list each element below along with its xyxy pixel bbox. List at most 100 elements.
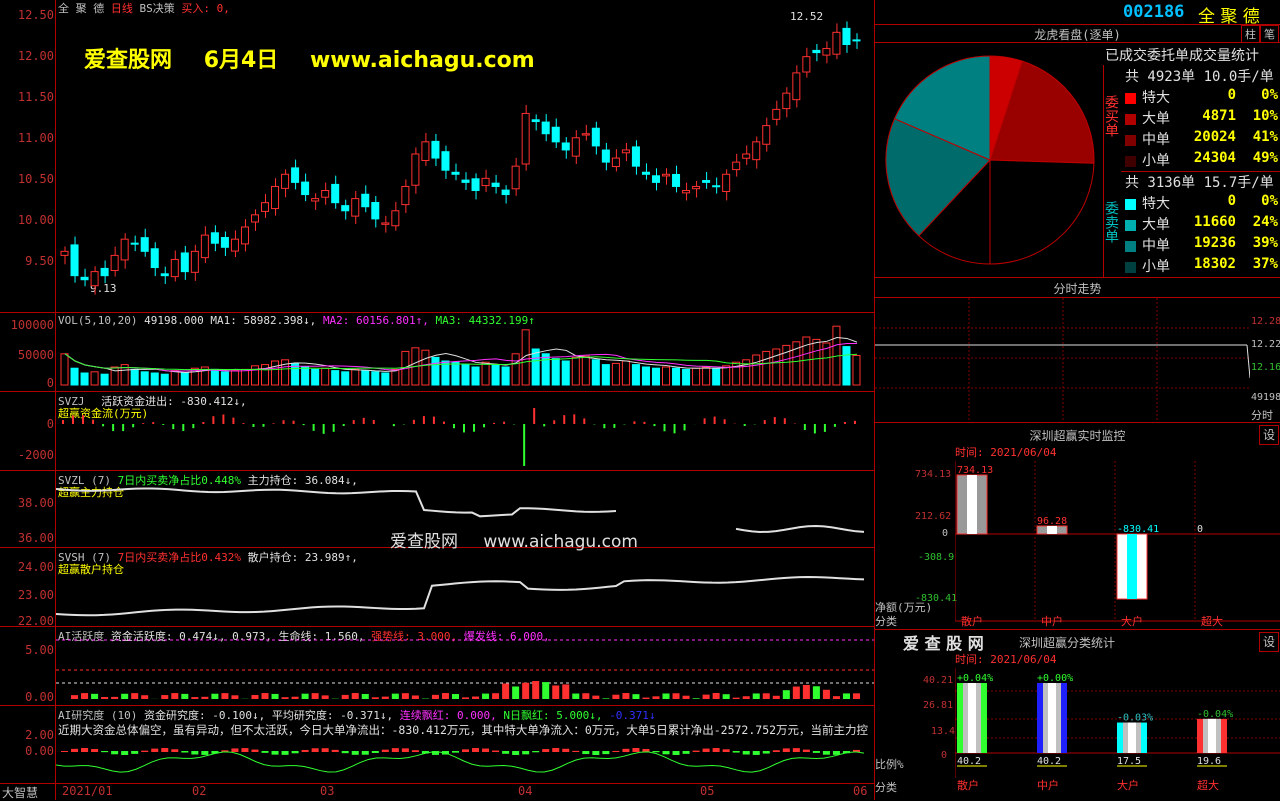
flow-bar bbox=[543, 424, 545, 426]
candle-body bbox=[221, 238, 228, 248]
flow-bar bbox=[563, 415, 565, 424]
activity-bar bbox=[532, 681, 539, 699]
activity-bar bbox=[101, 697, 108, 699]
activity-bar bbox=[542, 682, 549, 699]
volume-bar bbox=[813, 339, 820, 385]
volume-panel[interactable]: VOL(5,10,20) 49198.000 MA1: 58982.398↓, … bbox=[0, 313, 874, 392]
buy-total: 共 4923单 10.0手/单 bbox=[1125, 66, 1280, 87]
research-bar bbox=[803, 750, 810, 752]
candle-body bbox=[392, 211, 399, 226]
class-pct-label: +0.00% bbox=[1037, 673, 1073, 684]
intraday-chart[interactable] bbox=[875, 298, 1250, 422]
activity-bar bbox=[402, 693, 409, 699]
volume-chart[interactable] bbox=[56, 313, 874, 391]
intraday-panel[interactable]: 分时走势 12.28 12.22 12.16 49198 分时 bbox=[875, 278, 1280, 423]
flow-bar bbox=[82, 415, 84, 424]
candle-body bbox=[632, 147, 639, 166]
activity-bar bbox=[81, 693, 88, 699]
ai-active-chart[interactable] bbox=[56, 627, 874, 705]
activity-bar bbox=[632, 694, 639, 699]
candle-body bbox=[472, 179, 479, 191]
research-bar bbox=[262, 751, 269, 753]
monitor-category-label: 超大 bbox=[1201, 614, 1223, 628]
activity-bar bbox=[412, 695, 419, 699]
intraday-vol: 49198 bbox=[1251, 392, 1280, 403]
candle-body bbox=[542, 122, 549, 134]
research-bar bbox=[382, 750, 389, 752]
activity-bar bbox=[652, 696, 659, 699]
candle-body bbox=[191, 251, 198, 272]
volume-bar bbox=[632, 365, 639, 385]
volume-bar bbox=[332, 371, 339, 385]
time-tick: 06 bbox=[853, 784, 867, 798]
candle-body bbox=[572, 138, 579, 156]
volume-bar bbox=[91, 372, 98, 385]
candle-body bbox=[843, 28, 850, 44]
research-bar bbox=[171, 749, 178, 752]
svzj-panel[interactable]: SVZJ 活跃资金进出: -830.412↓, 超赢资金流(万元) 0 -200… bbox=[0, 392, 874, 471]
monitor-axis-label: -308.9 bbox=[918, 552, 954, 563]
svzl-axis-label: 38.00 bbox=[0, 496, 54, 510]
candle-body bbox=[642, 172, 649, 174]
volume-bar bbox=[221, 372, 228, 385]
sell-total: 共 3136单 15.7手/单 bbox=[1125, 172, 1280, 193]
sell-color-swatch bbox=[1125, 241, 1136, 252]
note-button[interactable]: 笔 bbox=[1260, 25, 1279, 43]
flow-bar bbox=[273, 423, 275, 424]
class-value-label: 40.2 bbox=[957, 756, 981, 767]
ai-research-chart[interactable] bbox=[56, 706, 874, 783]
class-time: 时间: 2021/06/04 bbox=[955, 651, 1056, 667]
activity-bar bbox=[853, 693, 860, 699]
flow-bar bbox=[62, 420, 64, 424]
volume-bar bbox=[101, 374, 108, 385]
activity-bar bbox=[91, 694, 98, 699]
research-bar bbox=[111, 751, 118, 754]
volume-bar bbox=[452, 362, 459, 385]
activity-bar bbox=[642, 698, 649, 699]
svzl-panel[interactable]: SVZL (7) 7日内买卖净占比0.448% 主力持仓: 36.084↓, 超… bbox=[0, 471, 874, 548]
column-button[interactable]: 柱 bbox=[1241, 25, 1260, 43]
volume-bar bbox=[251, 366, 258, 385]
activity-bar bbox=[452, 694, 459, 699]
research-bar bbox=[713, 748, 720, 752]
svsh-axis-label: 24.00 bbox=[0, 560, 54, 574]
flow-bar bbox=[714, 417, 716, 424]
research-bar bbox=[723, 749, 730, 752]
volume-bar bbox=[422, 350, 429, 385]
class-bar-highlight bbox=[1208, 719, 1216, 753]
candle-body bbox=[241, 227, 248, 244]
candle-body bbox=[783, 93, 790, 108]
kline-panel[interactable]: 全 聚 德 日线 BS决策 买入: 0, 爱查股网 6月4日 www.aicha… bbox=[0, 0, 874, 313]
class-category-label: 大户 bbox=[1117, 778, 1139, 792]
volume-bar bbox=[362, 371, 369, 385]
flow-bar bbox=[824, 424, 826, 432]
svsh-chart[interactable] bbox=[56, 548, 874, 626]
flow-bar bbox=[784, 418, 786, 424]
candle-body bbox=[282, 174, 289, 188]
volume-bar bbox=[141, 372, 148, 385]
research-bar bbox=[482, 749, 489, 752]
stock-title: 全 聚 德 bbox=[1198, 2, 1260, 27]
ai-research-panel[interactable]: AI研究度 (10) 资金研究度: -0.100↓, 平均研究度: -0.371… bbox=[0, 706, 874, 784]
price-axis-label: 11.00 bbox=[0, 131, 54, 145]
volume-bar bbox=[602, 365, 609, 385]
flow-bar bbox=[814, 424, 816, 433]
activity-bar bbox=[793, 687, 800, 699]
svsh-panel[interactable]: SVSH (7) 7日内买卖净占比0.432% 散户持仓: 23.989↑, 超… bbox=[0, 548, 874, 627]
volume-bar bbox=[723, 366, 730, 385]
svzj-chart[interactable] bbox=[56, 392, 874, 470]
monitor-settings-button[interactable]: 设 bbox=[1259, 425, 1279, 445]
activity-bar bbox=[813, 686, 820, 699]
flow-bar bbox=[684, 424, 686, 430]
activity-bar bbox=[292, 697, 299, 699]
svzj-axis-label: 0 bbox=[0, 417, 54, 431]
candle-body bbox=[713, 186, 720, 187]
avg-research-line bbox=[56, 752, 864, 772]
research-bar bbox=[612, 751, 619, 752]
ai-active-panel[interactable]: AI活跃度 资金活跃度: 0.474↓, 0.973, 生命线: 1.560, … bbox=[0, 627, 874, 706]
class-settings-button[interactable]: 设 bbox=[1259, 632, 1279, 652]
candlestick-chart[interactable] bbox=[56, 0, 874, 312]
candle-body bbox=[673, 174, 680, 186]
volume-bar bbox=[181, 373, 188, 385]
flow-bar bbox=[643, 422, 645, 424]
